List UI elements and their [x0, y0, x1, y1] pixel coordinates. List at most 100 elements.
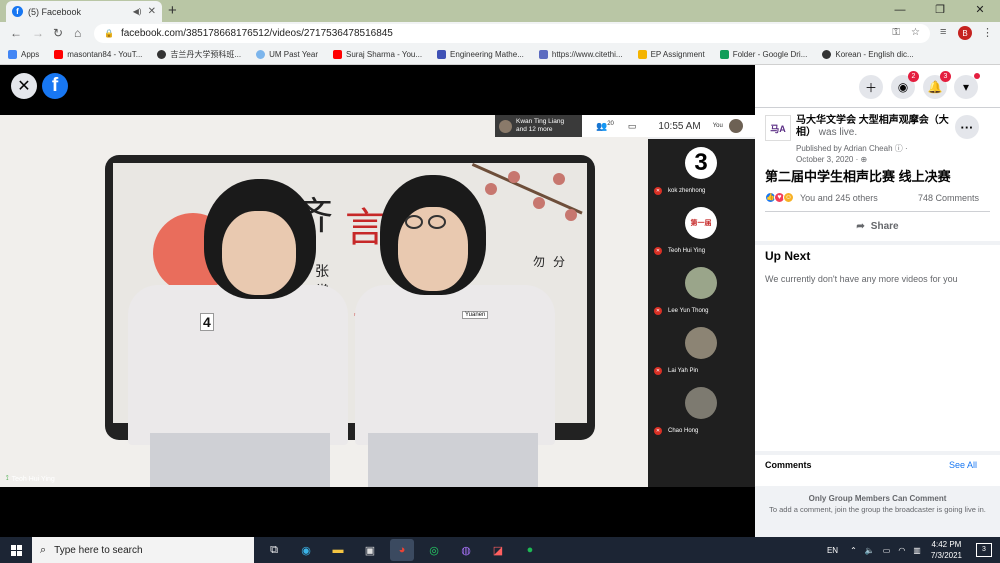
messenger-button[interactable]: ◉ 2: [891, 71, 919, 99]
omnibox[interactable]: 🔒 facebook.com/385178668176512/videos/27…: [94, 24, 930, 43]
bookmark-item[interactable]: EP Assignment: [637, 50, 705, 59]
facebook-logo-icon[interactable]: f: [42, 73, 68, 99]
reload-icon[interactable]: ↻: [53, 26, 63, 40]
github-icon[interactable]: ◍: [454, 539, 478, 561]
meeting-time: 10:55 AM: [658, 120, 701, 132]
glasses: [428, 215, 446, 229]
divider: [755, 451, 1000, 455]
home-icon[interactable]: ⌂: [74, 26, 81, 40]
speaker-icon[interactable]: ◀): [133, 7, 142, 16]
bookmark-item[interactable]: https://www.citethi...: [538, 50, 623, 59]
muted-mic-icon: ✕: [654, 427, 662, 435]
spotify-icon[interactable]: ●: [518, 539, 542, 561]
bookmark-item[interactable]: Folder - Google Dri...: [719, 50, 807, 59]
participants-rail: 3 ✕ kok zhenhong 第一届 ✕ Teoh Hui Ying ✕ Lee …: [648, 139, 755, 487]
create-button[interactable]: ＋: [859, 75, 883, 99]
edge-icon[interactable]: ◉: [294, 539, 318, 561]
clock[interactable]: 4:42 PM 7/3/2021: [931, 539, 962, 561]
more-options-button[interactable]: ···: [955, 115, 979, 139]
see-all-link[interactable]: See All: [949, 460, 977, 470]
page-name[interactable]: 马大华文学会 大型相声观摩会（大相） was live.: [796, 115, 956, 139]
chevron-up-icon[interactable]: ⌃: [850, 546, 857, 555]
account-menu-button[interactable]: ▾: [954, 73, 980, 99]
file-explorer-icon[interactable]: ▬: [326, 539, 350, 561]
wifi-icon[interactable]: ◠: [898, 546, 905, 555]
haha-icon[interactable]: ☺: [783, 192, 794, 203]
bookmark-item[interactable]: masontan84 - YouT...: [54, 50, 142, 59]
reactions-bar: 👍 ♥ ☺ You and 245 others 748 Comments: [765, 192, 979, 203]
taskbar-search[interactable]: ⌕ Type here to search: [32, 537, 254, 563]
bookmark-item[interactable]: Suraj Sharma - You...: [333, 50, 422, 59]
restore-icon[interactable]: ❐: [920, 0, 960, 22]
muted-mic-icon: ✕: [654, 187, 662, 195]
shirt: [355, 285, 555, 445]
browser-tab[interactable]: f (5) Facebook ◀) ✕: [6, 1, 162, 22]
browser-tabstrip: f (5) Facebook ◀) ✕ + — ❐ ✕: [0, 0, 1000, 22]
key-icon[interactable]: ⚿: [892, 27, 900, 38]
window-close-icon[interactable]: ✕: [960, 0, 1000, 22]
app-icon[interactable]: ◪: [486, 539, 510, 561]
windows-logo-icon: [10, 544, 22, 556]
youtube-icon: [333, 50, 342, 59]
participant-name: ✕ Lai Yah Pin: [654, 367, 699, 375]
new-tab-icon[interactable]: +: [168, 2, 177, 19]
bookmark-item[interactable]: 吉兰丹大学预科班...: [157, 49, 241, 60]
bookmark-star-icon[interactable]: ☆: [911, 27, 920, 38]
screen-char: 勿: [533, 255, 546, 269]
divider: [765, 211, 990, 212]
comments-count[interactable]: 748 Comments: [918, 193, 979, 203]
bookmark-item[interactable]: Engineering Mathe...: [437, 50, 524, 59]
reactions-count[interactable]: You and 245 others: [800, 193, 878, 203]
share-button[interactable]: ➦ Share: [765, 215, 990, 237]
restriction-heading: Only Group Members Can Comment: [808, 494, 947, 503]
speaking-icon: ⟟: [6, 475, 9, 482]
blossom-graphic: [553, 173, 565, 185]
info-icon[interactable]: ⓘ: [895, 144, 903, 153]
back-icon[interactable]: ←: [10, 26, 22, 40]
notification-center-icon[interactable]: 3: [976, 543, 992, 557]
minimize-icon[interactable]: —: [880, 0, 920, 22]
presenter-chip[interactable]: Kwan Ting Liang and 12 more: [495, 115, 582, 137]
participant-avatar: [685, 387, 717, 419]
video-player[interactable]: 齐 言 讠 张 赏 发 勿 分 4 Yuanen ⟟: [0, 115, 755, 487]
windows-taskbar: ⌕ Type here to search ⧉ ◉ ▬ ▣ ◕ ◎ ◍ ◪ ● …: [0, 537, 1000, 563]
tab-close-icon[interactable]: ✕: [148, 6, 156, 17]
page-avatar[interactable]: 马A: [765, 115, 791, 141]
profile-avatar[interactable]: B: [958, 26, 972, 40]
network-icon[interactable]: ▥: [913, 546, 921, 555]
number-badge: 4: [200, 313, 214, 331]
youtube-icon: [54, 50, 64, 59]
participant-name: ✕ kok zhenhong: [654, 187, 706, 195]
chat-icon[interactable]: ▭: [628, 121, 637, 132]
forward-icon[interactable]: →: [32, 26, 44, 40]
close-icon: ✕: [17, 78, 31, 95]
screen-char: 张: [315, 264, 329, 280]
speaker-icon[interactable]: 🔈: [865, 546, 875, 555]
messenger-icon: ◉: [897, 80, 909, 94]
participants-icon[interactable]: 👥20: [596, 121, 614, 132]
chrome-icon[interactable]: ◕: [390, 539, 414, 561]
bookmark-item[interactable]: UM Past Year: [256, 50, 318, 59]
whatsapp-icon[interactable]: ◎: [422, 539, 446, 561]
task-view-icon[interactable]: ⧉: [262, 539, 286, 561]
notifications-button[interactable]: 🔔 3: [923, 71, 951, 99]
self-view[interactable]: You: [713, 119, 743, 133]
bookmark-item[interactable]: Korean - English dic...: [822, 50, 914, 59]
up-next-empty: We currently don't have any more videos …: [765, 274, 958, 284]
url-text: facebook.com/385178668176512/videos/2717…: [120, 28, 393, 39]
divider: [755, 241, 1000, 245]
chrome-menu-icon[interactable]: ⋮: [982, 26, 993, 39]
muted-mic-icon: ✕: [654, 367, 662, 375]
store-icon[interactable]: ▣: [358, 539, 382, 561]
self-avatar: [728, 119, 743, 133]
start-button[interactable]: [0, 537, 32, 563]
close-viewer-button[interactable]: ✕: [11, 73, 37, 99]
reading-list-icon[interactable]: ≡: [940, 26, 946, 38]
language-indicator[interactable]: EN: [827, 546, 838, 555]
globe-icon: [157, 50, 167, 59]
blossom-graphic: [565, 209, 577, 221]
battery-icon[interactable]: ▭: [883, 546, 891, 555]
globe-icon: [822, 50, 832, 59]
blossom-graphic: [485, 183, 497, 195]
bookmark-apps[interactable]: Apps: [8, 50, 39, 59]
